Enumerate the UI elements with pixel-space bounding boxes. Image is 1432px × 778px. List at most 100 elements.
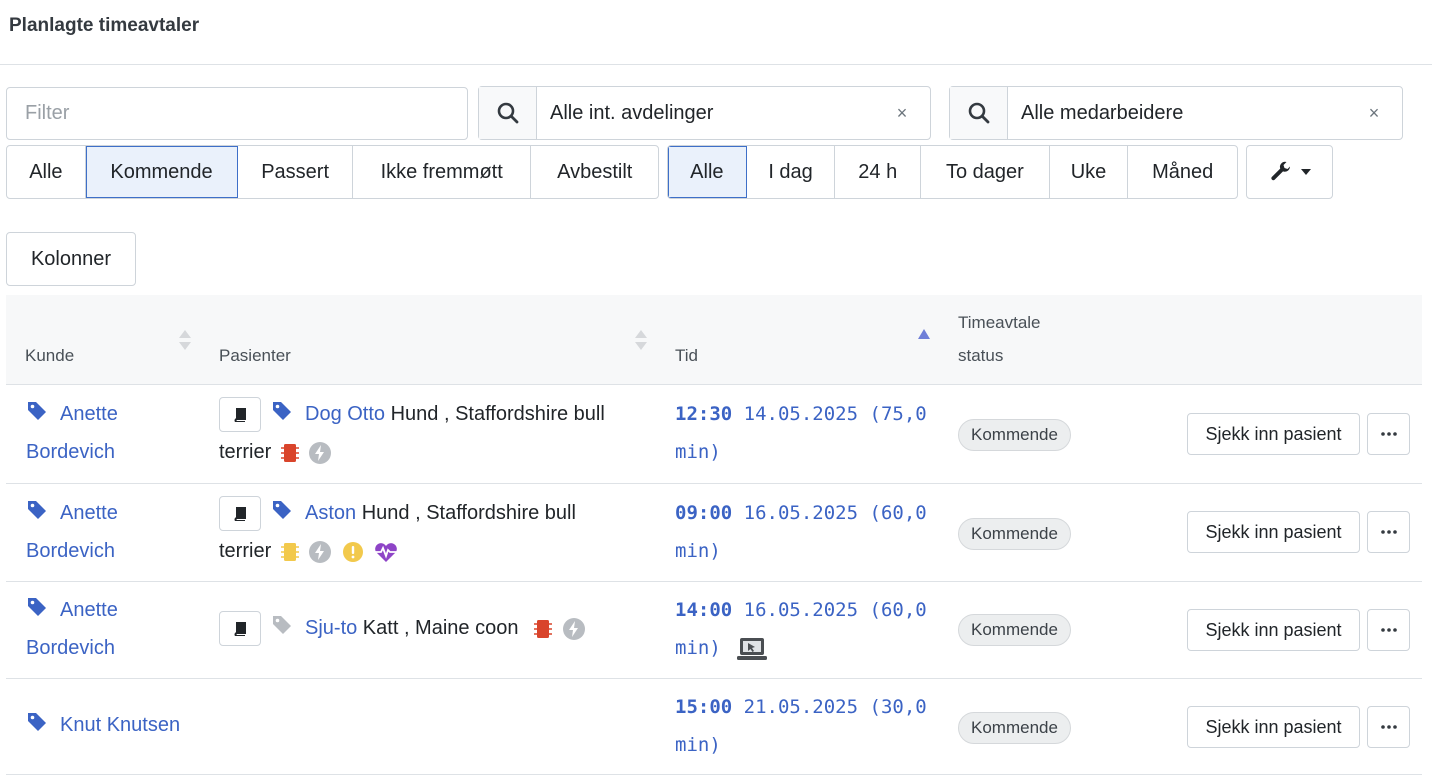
more-actions-button[interactable] [1367, 706, 1410, 748]
column-header-pasienter[interactable]: Pasienter [219, 346, 291, 366]
tag-icon [273, 402, 291, 420]
tag-icon [28, 501, 46, 519]
tab-period-24h[interactable]: 24 h [835, 146, 922, 198]
filter-input[interactable] [6, 87, 468, 140]
status-badge: Kommende [958, 419, 1071, 451]
sort-ascending-icon[interactable] [918, 329, 930, 339]
appointment-time: 09:00 [675, 502, 733, 524]
status-badge: Kommende [958, 518, 1071, 550]
department-select[interactable]: Alle int. avdelinger × [478, 86, 931, 140]
patient-link[interactable]: Sju-to [305, 617, 357, 639]
tag-icon [273, 616, 291, 634]
more-actions-button[interactable] [1367, 413, 1410, 455]
chip-icon [280, 443, 299, 462]
check-in-button[interactable]: Sjekk inn pasient [1187, 511, 1360, 553]
customer-link[interactable]: Anette [60, 502, 118, 524]
tag-icon [28, 598, 46, 616]
tab-status-ikke-fremmott[interactable]: Ikke fremmøtt [353, 146, 532, 198]
tab-status-avbestilt[interactable]: Avbestilt [531, 146, 658, 198]
tab-period-i-dag[interactable]: I dag [747, 146, 836, 198]
status-badge: Kommende [958, 712, 1071, 744]
title-divider [0, 64, 1432, 65]
column-header-tid[interactable]: Tid [675, 346, 698, 366]
wrench-icon [1270, 161, 1290, 181]
patient-description: Hund , Staffordshire bull [356, 502, 576, 524]
appointment-duration-unit: min) [675, 734, 721, 756]
table-row: Anette Bordevich Aston Hund , Staffordshi… [6, 484, 1422, 582]
search-icon [950, 87, 1008, 139]
appointment-duration-unit: min) [675, 441, 721, 463]
ellipsis-icon [1380, 432, 1397, 436]
warning-icon [342, 541, 363, 562]
check-in-button[interactable]: Sjekk inn pasient [1187, 609, 1360, 651]
check-in-button[interactable]: Sjekk inn pasient [1187, 706, 1360, 748]
employee-select[interactable]: Alle medarbeidere × [949, 86, 1403, 140]
appointment-date: 14.05.2025 [743, 403, 859, 425]
patient-cell: Dog Otto Hund , Staffordshire bull terrie… [219, 395, 659, 471]
tab-period-alle[interactable]: Alle [668, 146, 747, 198]
chip-icon [534, 619, 553, 638]
journal-button[interactable] [219, 496, 261, 532]
appointment-time: 14:00 [675, 599, 733, 621]
column-header-status[interactable]: Timeavtale [958, 313, 1041, 333]
table-header: Kunde Pasienter Tid Timeavtale status [6, 295, 1422, 385]
column-header-kunde[interactable]: Kunde [25, 346, 74, 366]
tag-icon [28, 713, 46, 731]
online-booking-icon [737, 637, 768, 660]
more-actions-button[interactable] [1367, 511, 1410, 553]
appointment-date: 16.05.2025 [743, 599, 859, 621]
time-cell[interactable]: 14:00 16.05.2025 (60,0 min) [675, 591, 935, 667]
customer-link-lastname[interactable]: Bordevich [26, 540, 115, 562]
customer-link[interactable]: Knut Knutsen [60, 714, 180, 736]
appointment-duration: (60,0 [869, 599, 927, 621]
patient-breed: terrier [219, 441, 272, 463]
column-header-status-line2: status [958, 346, 1004, 365]
tab-period-to-dager[interactable]: To dager [921, 146, 1050, 198]
status-badge: Kommende [958, 614, 1071, 646]
tab-status-alle[interactable]: Alle [7, 146, 86, 198]
flash-icon [309, 441, 332, 464]
patient-description: Hund , Staffordshire bull [385, 403, 605, 425]
sort-icon[interactable] [179, 330, 191, 352]
search-icon [479, 87, 537, 139]
time-cell[interactable]: 15:00 21.05.2025 (30,0 min) [675, 688, 935, 764]
appointment-duration: (75,0 [869, 403, 927, 425]
patient-cell: Aston Hund , Staffordshire bull terrier [219, 494, 659, 570]
book-icon [234, 407, 246, 422]
journal-button[interactable] [219, 611, 261, 647]
sort-icon[interactable] [635, 330, 647, 352]
time-cell[interactable]: 12:30 14.05.2025 (75,0 min) [675, 395, 935, 471]
tab-period-uke[interactable]: Uke [1050, 146, 1129, 198]
customer-link[interactable]: Anette [60, 599, 118, 621]
tab-status-passert[interactable]: Passert [238, 146, 353, 198]
journal-button[interactable] [219, 397, 261, 433]
appointment-date: 21.05.2025 [743, 696, 859, 718]
flash-icon [562, 617, 585, 640]
customer-cell: Anette Bordevich [26, 591, 118, 667]
patient-link[interactable]: Aston [305, 502, 356, 524]
columns-button[interactable]: Kolonner [6, 232, 136, 286]
tools-dropdown-button[interactable] [1246, 145, 1333, 199]
customer-link-lastname[interactable]: Bordevich [26, 637, 115, 659]
tab-status-kommende[interactable]: Kommende [85, 146, 239, 198]
customer-cell: Knut Knutsen [26, 706, 180, 744]
more-actions-button[interactable] [1367, 609, 1410, 651]
ellipsis-icon [1380, 725, 1397, 729]
ellipsis-icon [1380, 530, 1397, 534]
patient-description: Katt , Maine coon [357, 617, 519, 639]
appointment-duration-unit: min) [675, 540, 721, 562]
tab-period-maned[interactable]: Måned [1128, 146, 1237, 198]
time-cell[interactable]: 09:00 16.05.2025 (60,0 min) [675, 494, 935, 570]
status-tabs: Alle Kommende Passert Ikke fremmøtt Avbe… [6, 145, 659, 199]
book-icon [234, 506, 246, 521]
department-clear-button[interactable]: × [874, 87, 930, 139]
customer-link-lastname[interactable]: Bordevich [26, 441, 115, 463]
employee-clear-button[interactable]: × [1346, 87, 1402, 139]
customer-link[interactable]: Anette [60, 403, 118, 425]
heartbeat-icon [375, 542, 398, 562]
period-tabs: Alle I dag 24 h To dager Uke Måned [667, 145, 1238, 199]
customer-cell: Anette Bordevich [26, 395, 118, 471]
table-row: Anette Bordevich Dog Otto Hund , Stafford… [6, 385, 1422, 484]
check-in-button[interactable]: Sjekk inn pasient [1187, 413, 1360, 455]
patient-link[interactable]: Dog Otto [305, 403, 385, 425]
